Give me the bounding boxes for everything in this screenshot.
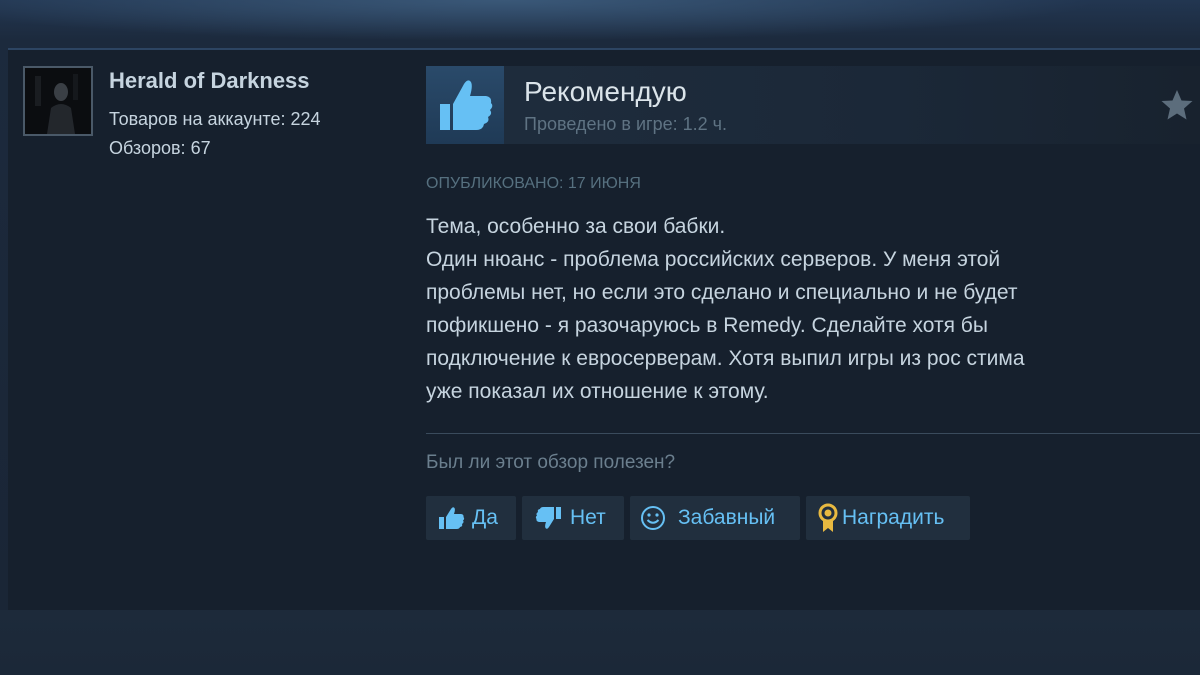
products-count-link[interactable]: Товаров на аккаунте: 224 <box>109 109 321 130</box>
header-glow <box>0 0 1200 48</box>
steam-review-page: Herald of Darkness Товаров на аккаунте: … <box>0 0 1200 675</box>
posted-date: Опубликовано: 17 июня <box>426 175 641 192</box>
star-icon[interactable] <box>1160 88 1194 122</box>
review-line: Тема, особенно за свои бабки. <box>426 215 726 238</box>
thumbs-up-icon <box>426 66 504 144</box>
vote-yes-label: Да <box>472 506 498 529</box>
award-label: Наградить <box>842 506 945 529</box>
review-body: Тема, особенно за свои бабки. Один нюанс… <box>426 210 1186 408</box>
hours-played: Проведено в игре: 1.2 ч. <box>524 114 728 134</box>
avatar[interactable] <box>23 66 93 136</box>
vote-funny-button[interactable]: Забавный <box>630 496 800 540</box>
award-medal-icon <box>818 503 838 532</box>
review-line: уже показал их отношение к этому. <box>426 380 769 403</box>
award-button[interactable]: Наградить <box>806 496 970 540</box>
review-line: подключение к евросерверам. Хотя выпил и… <box>426 347 1025 370</box>
reviews-count-link[interactable]: Обзоров: 67 <box>109 138 211 159</box>
smiley-icon <box>641 506 665 530</box>
review-line: пофикшено - я разочаруюсь в Remedy. Сдел… <box>426 314 988 337</box>
vote-yes-button[interactable]: Да <box>426 496 516 540</box>
review-verdict[interactable]: Рекомендую <box>524 76 687 108</box>
vote-no-label: Нет <box>570 506 606 529</box>
vote-funny-label: Забавный <box>678 506 776 529</box>
review-card: Herald of Darkness Товаров на аккаунте: … <box>8 48 1200 610</box>
review-line: Один нюанс - проблема российских серверо… <box>426 248 1001 271</box>
page-bottom <box>0 610 1200 675</box>
thumbs-up-icon <box>439 507 465 529</box>
thumbs-down-icon <box>535 507 561 529</box>
avatar-image <box>25 68 91 134</box>
author-name[interactable]: Herald of Darkness <box>109 68 310 94</box>
vote-no-button[interactable]: Нет <box>522 496 624 540</box>
review-vote-header[interactable]: Рекомендую Проведено в игре: 1.2 ч. <box>426 66 1200 144</box>
helpful-question: Был ли этот обзор полезен? <box>426 452 676 473</box>
divider <box>426 433 1200 434</box>
review-line: проблемы нет, но если это сделано и спец… <box>426 281 1018 304</box>
